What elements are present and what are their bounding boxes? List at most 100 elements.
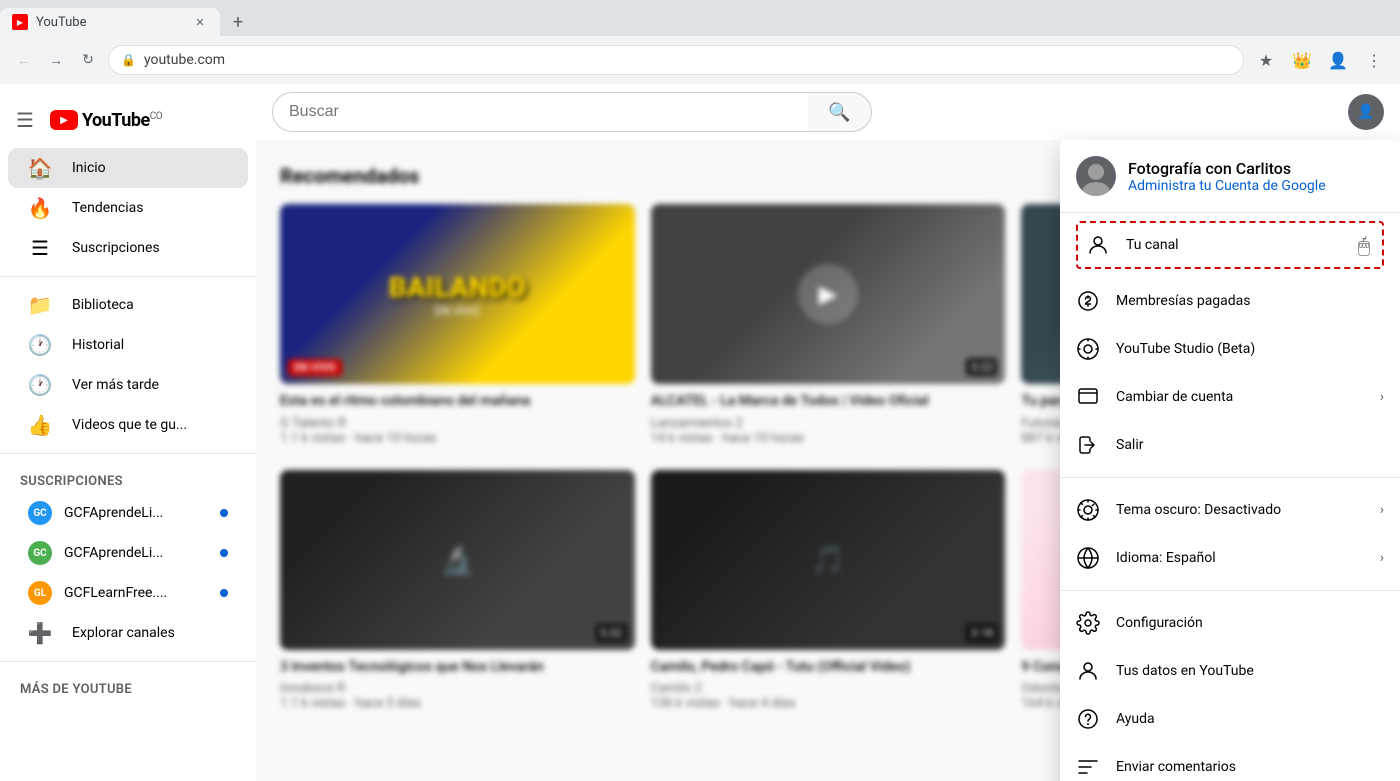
user-name: Fotografía con Carlitos [1128,159,1384,178]
history-icon: 🕐 [28,333,52,357]
youtube-logo[interactable]: YouTubeCO [50,110,162,131]
sub-dot-gcfa1 [220,509,228,517]
dropdown-item-membresias[interactable]: Membresías pagadas [1060,277,1400,325]
dropdown-label-idioma: Idioma: Español [1116,550,1364,566]
subscription-item-gcfa1[interactable]: GC GCFAprendeLi... [8,493,248,533]
sub-label-gcfa1: GCFAprendeLi... [64,505,163,521]
trending-icon: 🔥 [28,196,52,220]
sidebar-header: ☰ YouTubeCO [0,92,256,148]
subscriptions-icon: ☰ [28,236,52,260]
explore-icon: ➕ [28,621,52,645]
back-button[interactable]: ← [12,48,36,72]
sidebar-item-explorar-canales[interactable]: ➕ Explorar canales [8,613,248,653]
video-title-v1: Esta es el ritmo colombiano del mañana [280,392,635,412]
sidebar-label-suscripciones: Suscripciones [72,240,160,256]
sub-avatar-gcfa2: GC [28,541,52,565]
video-title-v5: Camilo, Pedro Capó - Tutu (Official Vide… [651,658,1006,678]
menu-button[interactable]: ⋮ [1360,46,1388,74]
dropdown-item-youtube-studio[interactable]: YouTube Studio (Beta) [1060,325,1400,373]
active-tab[interactable]: YouTube ✕ [0,8,220,36]
duration-badge-v4: 5:32 [596,624,627,642]
sidebar-item-ver-mas-tarde[interactable]: 🕐 Ver más tarde [8,365,248,405]
new-tab-button[interactable]: + [224,8,252,36]
sidebar-divider-3 [0,661,256,662]
manage-account-link[interactable]: Administra tu Cuenta de Google [1128,178,1384,194]
profile-button[interactable]: 👤 [1324,46,1352,74]
dropdown-item-configuracion[interactable]: Configuración [1060,599,1400,647]
duration-badge-v5: 3:18 [966,624,997,642]
video-thumb-v1: BAILANDO EN VIVO EN VIVO [280,204,635,384]
cambiar-cuenta-chevron: › [1380,389,1384,405]
sidebar-item-suscripciones[interactable]: ☰ Suscripciones [8,228,248,268]
video-card-v2[interactable]: ▶ 3:22 ALCATEL - La Marca de Todos | Vid… [651,204,1006,454]
user-avatar-dropdown [1076,156,1116,196]
dropdown-item-tema-oscuro[interactable]: Tema oscuro: Desactivado › [1060,486,1400,534]
search-input[interactable] [272,92,808,132]
sidebar-label-inicio: Inicio [72,160,106,176]
hamburger-button[interactable]: ☰ [16,108,34,132]
sub-avatar-gcfa1: GC [28,501,52,525]
dropdown-label-cambiar-cuenta: Cambiar de cuenta [1116,389,1364,405]
suscripciones-section-title: SUSCRIPCIONES [0,462,256,493]
browser-frame: YouTube ✕ + ← → ↻ 🔒 youtube.com ★ 👑 👤 ⋮ [0,0,1400,84]
search-bar: 🔍 [272,92,872,132]
forward-button[interactable]: → [44,48,68,72]
youtube-logo-text: YouTubeCO [82,110,162,131]
sidebar: ☰ YouTubeCO 🏠 Inicio 🔥 Tendencias ☰ Susc… [0,84,256,781]
user-dropdown-menu: Fotografía con Carlitos Administra tu Cu… [1060,140,1400,781]
dropdown-header: Fotografía con Carlitos Administra tu Cu… [1060,140,1400,213]
tu-canal-icon [1086,233,1110,257]
sidebar-item-historial[interactable]: 🕐 Historial [8,325,248,365]
tema-oscuro-chevron: › [1380,502,1384,518]
video-thumb-v2: ▶ 3:22 [651,204,1006,384]
liked-videos-icon: 👍 [28,413,52,437]
idioma-icon [1076,546,1100,570]
ayuda-icon [1076,707,1100,731]
refresh-button[interactable]: ↻ [76,48,100,72]
sub-dot-gcfa2 [220,549,228,557]
video-meta-v4: Innoboce R1.1 k vistas · hace 5 días [280,681,635,711]
sidebar-item-inicio[interactable]: 🏠 Inicio [8,148,248,188]
url-text: youtube.com [144,52,1231,68]
youtube-app: ☰ YouTubeCO 🏠 Inicio 🔥 Tendencias ☰ Susc… [0,84,1400,781]
dropdown-item-tus-datos[interactable]: Tus datos en YouTube [1060,647,1400,695]
video-card-v1[interactable]: BAILANDO EN VIVO EN VIVO Esta es el ritm… [280,204,635,454]
sidebar-item-tendencias[interactable]: 🔥 Tendencias [8,188,248,228]
video-info-v4: 3 Inventos Tecnológicos que Nos Llevarán… [280,650,635,720]
dropdown-label-configuracion: Configuración [1116,615,1384,631]
sidebar-item-videos-que-te-gustan[interactable]: 👍 Videos que te gu... [8,405,248,445]
sub-label-gcfa2: GCFAprendeLi... [64,545,163,561]
lock-icon: 🔒 [121,53,136,67]
dropdown-label-ayuda: Ayuda [1116,711,1384,727]
duration-badge-v2: 3:22 [966,358,997,376]
bookmark-button[interactable]: ★ [1252,46,1280,74]
video-meta-v1: G Talento R1.1 k vistas · hace 10 horas [280,416,635,446]
subscription-item-gcfl[interactable]: GL GCFLearnFree.... [8,573,248,613]
dropdown-item-idioma[interactable]: Idioma: Español › [1060,534,1400,582]
sidebar-item-biblioteca[interactable]: 📁 Biblioteca [8,285,248,325]
cursor-indicator: 🖱 [1358,233,1370,257]
user-avatar-topbar[interactable]: 👤 [1348,94,1384,130]
dropdown-item-enviar-comentarios[interactable]: Enviar comentarios [1060,743,1400,781]
tema-oscuro-icon [1076,498,1100,522]
dropdown-item-salir[interactable]: Salir [1060,421,1400,469]
dropdown-item-ayuda[interactable]: Ayuda [1060,695,1400,743]
dropdown-item-cambiar-cuenta[interactable]: Cambiar de cuenta › [1060,373,1400,421]
extension-button[interactable]: 👑 [1288,46,1316,74]
salir-icon [1076,433,1100,457]
youtube-studio-icon [1076,337,1100,361]
sub-avatar-gcfl: GL [28,581,52,605]
video-card-v4[interactable]: 🔬 5:32 3 Inventos Tecnológicos que Nos L… [280,470,635,720]
dropdown-item-tu-canal[interactable]: Tu canal 🖱 [1076,221,1384,269]
dropdown-label-tu-canal: Tu canal [1126,237,1374,253]
tab-close-button[interactable]: ✕ [192,14,208,30]
dropdown-label-enviar-comentarios: Enviar comentarios [1116,759,1384,775]
video-card-v5[interactable]: 🎵 3:18 Camilo, Pedro Capó - Tutu (Offici… [651,470,1006,720]
home-icon: 🏠 [28,156,52,180]
video-thumb-v4: 🔬 5:32 [280,470,635,650]
subscription-item-gcfa2[interactable]: GC GCFAprendeLi... [8,533,248,573]
search-button[interactable]: 🔍 [808,92,872,132]
address-bar[interactable]: 🔒 youtube.com [108,45,1244,75]
sub-dot-gcfl [220,589,228,597]
dropdown-divider-2 [1060,590,1400,591]
